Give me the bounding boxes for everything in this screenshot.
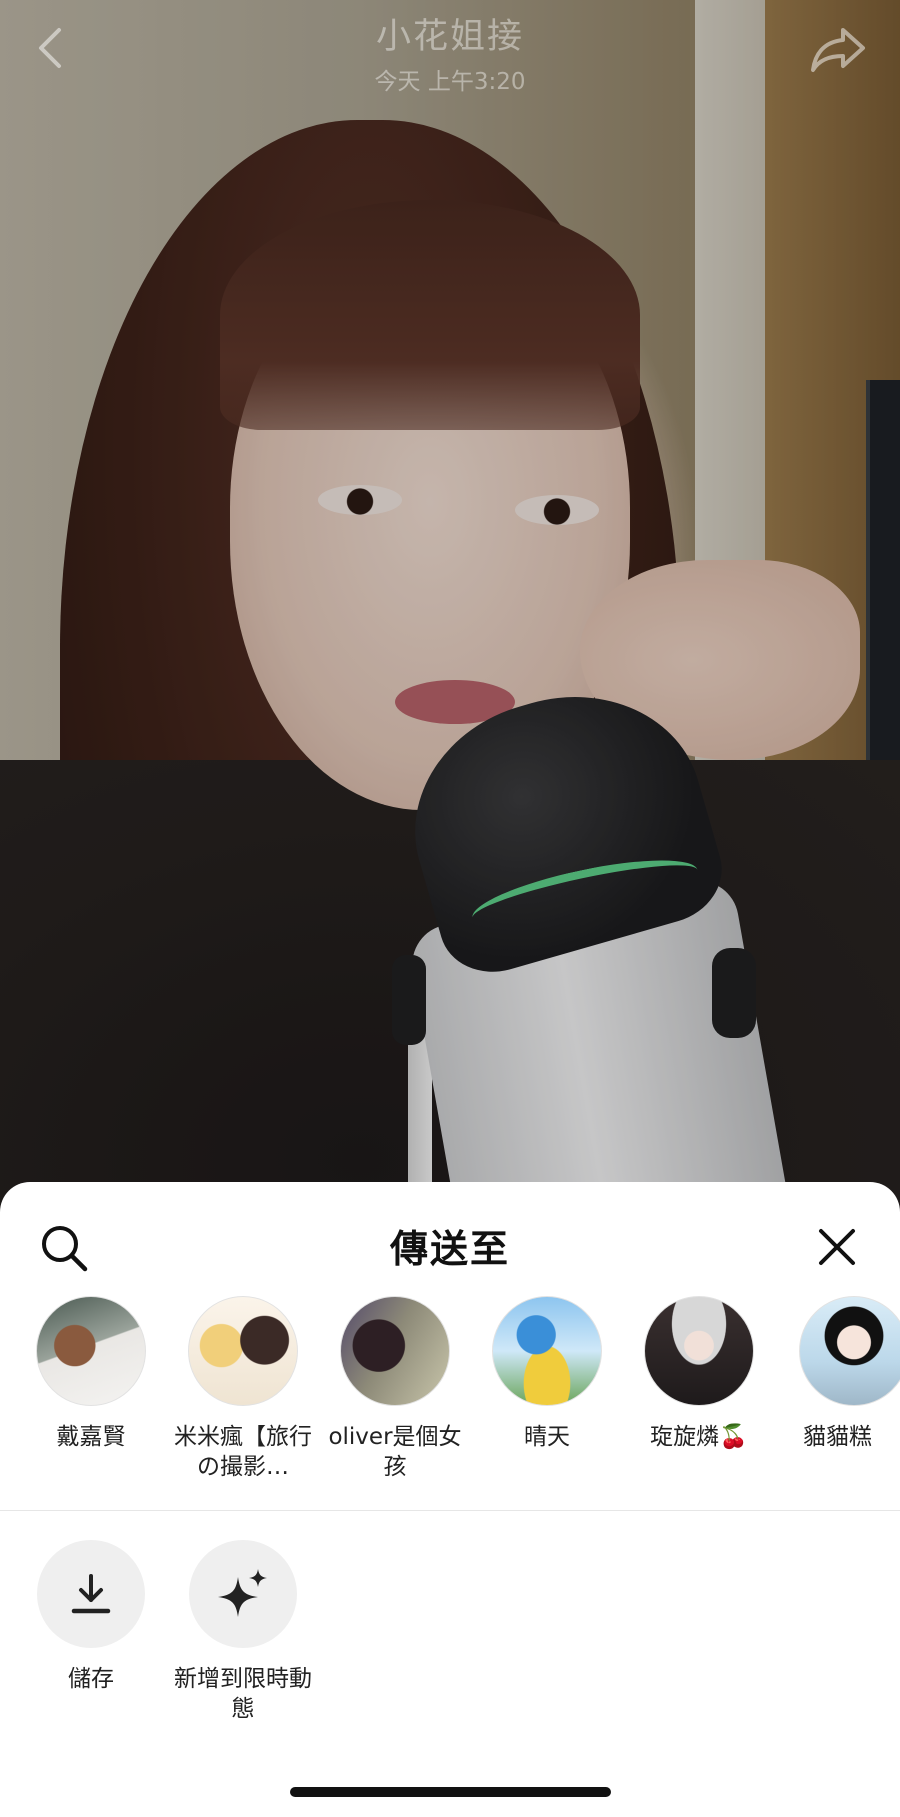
save-label: 儲存 — [68, 1666, 114, 1692]
add-to-story-button[interactable]: 新增到限時動態 — [167, 1540, 319, 1724]
contact-item[interactable]: 戴嘉賢 — [15, 1296, 167, 1452]
contact-item[interactable]: 米米瘋【旅行の撮影… — [167, 1296, 319, 1482]
download-icon — [71, 1574, 111, 1614]
sparkle-icon — [218, 1569, 267, 1617]
back-button[interactable] — [28, 22, 72, 74]
close-button[interactable] — [812, 1222, 862, 1272]
save-icon-circle — [37, 1540, 145, 1648]
contact-item[interactable]: 貓貓糕 — [775, 1296, 900, 1452]
search-button[interactable] — [36, 1220, 92, 1276]
avatar — [36, 1296, 146, 1406]
contact-item[interactable]: 晴天 — [471, 1296, 623, 1452]
contact-name: oliver是個女孩 — [328, 1424, 462, 1480]
contact-name: 貓貓糕 — [803, 1424, 872, 1450]
contact-name: 戴嘉賢 — [56, 1424, 126, 1450]
contact-name: 晴天 — [524, 1424, 570, 1450]
avatar — [340, 1296, 450, 1406]
sheet-divider — [0, 1510, 900, 1511]
home-indicator[interactable] — [290, 1787, 611, 1797]
contact-list: 戴嘉賢 米米瘋【旅行の撮影… oliver是個女孩 晴天 琁旋燐🍒 貓貓糕 — [0, 1296, 900, 1506]
share-sheet: 傳送至 戴嘉賢 米米瘋【旅行の撮影… oliver是個女孩 晴天 琁旋燐🍒 貓貓… — [0, 1182, 900, 1817]
avatar — [644, 1296, 754, 1406]
sheet-title: 傳送至 — [389, 1227, 510, 1271]
contact-name: 米米瘋【旅行の撮影… — [174, 1424, 312, 1480]
contact-item[interactable]: 琁旋燐🍒 — [623, 1296, 775, 1452]
add-to-story-label: 新增到限時動態 — [174, 1666, 312, 1722]
share-button[interactable] — [805, 20, 871, 80]
share-arrow-icon — [811, 28, 865, 72]
message-timestamp: 今天 上午3:20 — [374, 69, 526, 95]
close-icon — [819, 1229, 855, 1265]
avatar — [188, 1296, 298, 1406]
action-list: 儲存 新增到限時動態 — [0, 1540, 900, 1740]
avatar — [799, 1296, 900, 1406]
search-icon — [42, 1226, 88, 1272]
avatar — [492, 1296, 602, 1406]
save-button[interactable]: 儲存 — [15, 1540, 167, 1694]
viewer-header: 小花姐接 今天 上午3:20 — [0, 0, 900, 110]
contact-item[interactable]: oliver是個女孩 — [319, 1296, 471, 1482]
sender-name: 小花姐接 — [375, 17, 524, 57]
contact-name: 琁旋燐🍒 — [650, 1424, 748, 1450]
chevron-left-icon — [39, 28, 61, 68]
story-icon-circle — [189, 1540, 297, 1648]
